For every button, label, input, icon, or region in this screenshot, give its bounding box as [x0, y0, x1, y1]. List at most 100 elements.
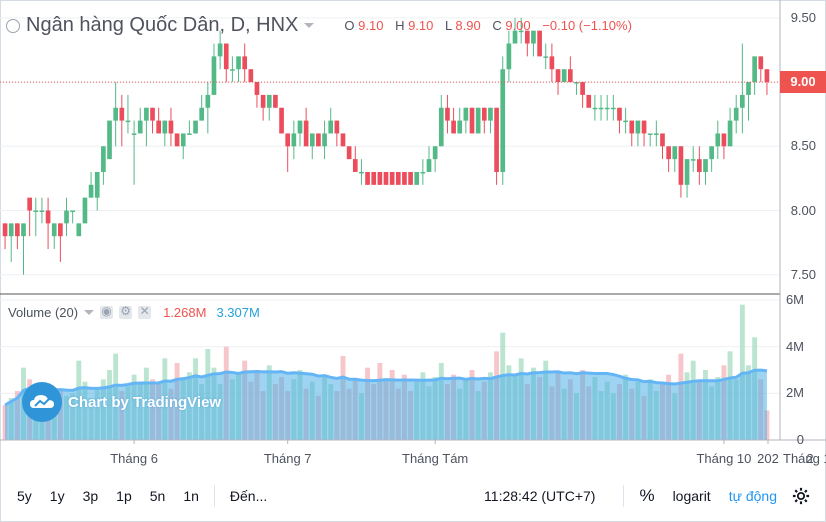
candle-body — [500, 69, 506, 172]
candle-body — [107, 120, 112, 160]
price-change: −0.10 (−1.10%) — [542, 18, 632, 33]
close-icon[interactable]: ✕ — [138, 304, 152, 319]
candle-body — [660, 133, 665, 147]
candle-body — [266, 94, 272, 108]
candle-body — [654, 133, 659, 135]
candle-body — [279, 107, 284, 134]
settings-icon[interactable]: ⚙ — [119, 304, 133, 319]
candle-body — [156, 120, 162, 134]
candle-body — [426, 159, 432, 172]
candle-body — [150, 107, 155, 121]
price-tick-label: 8.00 — [790, 202, 816, 218]
candle-body — [481, 107, 487, 121]
candle-body — [469, 107, 475, 134]
candle-body — [82, 197, 88, 224]
candle-body — [248, 69, 254, 83]
log-scale-button[interactable]: logarit — [664, 488, 720, 504]
candle-body — [119, 107, 125, 121]
candle-body — [162, 120, 168, 134]
candle-body — [187, 133, 192, 135]
candle-body — [199, 107, 205, 121]
candle-body — [88, 184, 94, 198]
range-5y-button[interactable]: 5y — [8, 488, 41, 504]
candle-body — [432, 146, 438, 160]
percent-scale-button[interactable]: % — [630, 486, 663, 506]
candle-body — [623, 120, 628, 123]
candle-body — [15, 223, 20, 237]
candle-body — [561, 69, 567, 83]
candle-body — [641, 120, 647, 134]
goto-date-button[interactable]: Đến... — [221, 488, 276, 504]
candle-body — [94, 171, 100, 198]
tradingview-watermark[interactable]: Chart by TradingView — [22, 382, 221, 422]
candle-body — [549, 56, 555, 70]
candle-body — [678, 146, 684, 185]
volume-tick-label: 6M — [785, 292, 804, 307]
ohlc-low-label: L — [445, 18, 452, 33]
candle-body — [389, 171, 395, 185]
clock-display[interactable]: 11:28:42 (UTC+7) — [484, 488, 595, 504]
candle-body — [408, 171, 413, 185]
candle-body — [39, 210, 45, 213]
symbol-circle-icon[interactable] — [6, 18, 20, 33]
volume-tick-label: 0 — [796, 432, 804, 447]
candle-body — [180, 133, 186, 147]
candle-body — [402, 171, 407, 185]
candle-body — [21, 223, 26, 237]
candle-body — [144, 107, 149, 121]
ohlc-readout: O 9.10 H 9.10 L 8.90 C 9.00 −0.10 (−1.10… — [344, 18, 640, 33]
candle-body — [309, 133, 315, 147]
volume-menu-icon[interactable] — [84, 310, 95, 315]
candle-body — [359, 171, 364, 174]
range-1y-button[interactable]: 1y — [41, 488, 74, 504]
chevron-down-icon[interactable] — [304, 23, 315, 28]
candle-body — [340, 133, 346, 147]
candle-body — [328, 120, 334, 134]
gear-icon[interactable] — [792, 487, 810, 505]
range-1d-button[interactable]: 1n — [174, 488, 208, 504]
range-5d-button[interactable]: 5n — [141, 488, 175, 504]
candle-body — [592, 107, 598, 110]
candle-body — [647, 133, 653, 135]
candle-body — [414, 171, 420, 185]
candle-body — [58, 223, 63, 237]
candle-body — [586, 94, 592, 108]
candle-body — [666, 146, 671, 160]
eye-icon[interactable]: ◉ — [100, 304, 114, 319]
range-1m-button[interactable]: 1p — [107, 488, 141, 504]
candle-body — [131, 133, 137, 135]
candle-body — [45, 210, 51, 224]
candle-body — [8, 223, 14, 237]
candle-body — [174, 133, 180, 147]
range-3m-button[interactable]: 3p — [74, 488, 108, 504]
chart-canvas[interactable] — [0, 0, 826, 522]
candle-body — [51, 223, 57, 237]
time-tick-label: Tháng 7 — [263, 451, 312, 466]
candle-body — [205, 94, 211, 108]
candle-body — [113, 107, 118, 121]
cloud-logo-icon — [22, 382, 62, 422]
candle-body — [377, 171, 383, 185]
auto-scale-button[interactable]: tự động — [720, 488, 786, 504]
volume-label[interactable]: Volume (20) — [8, 305, 78, 320]
candle-body — [33, 210, 39, 213]
candle-body — [193, 120, 198, 134]
candle-body — [285, 133, 291, 147]
candle-body — [242, 56, 248, 70]
candle-body — [494, 107, 499, 172]
candle-body — [635, 120, 641, 134]
volume-tick-label: 4M — [785, 338, 804, 354]
candle-body — [236, 56, 241, 70]
time-tick-label: Tháng Tám — [402, 451, 469, 466]
candle-body — [733, 107, 739, 121]
candle-body — [316, 133, 321, 147]
candle-body — [543, 56, 549, 58]
candle-body — [445, 107, 450, 121]
candle-body — [684, 159, 690, 185]
candle-body — [457, 120, 463, 134]
candle-body — [168, 120, 174, 134]
symbol-title[interactable]: Ngân hàng Quốc Dân, D, HNX — [26, 14, 298, 37]
candle-body — [371, 171, 377, 185]
candle-body — [715, 133, 721, 147]
candle-body — [629, 120, 635, 134]
